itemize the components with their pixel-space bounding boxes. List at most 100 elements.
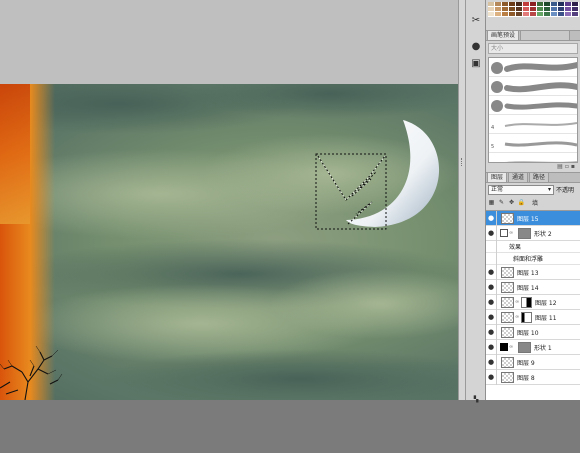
eye-icon[interactable]: ● [486,211,497,226]
effect-name: 斜面和浮雕 [513,256,544,263]
resize-icon[interactable]: ▚ [469,393,483,406]
tools-icon[interactable]: ✂ [469,14,483,27]
brush-preset-list[interactable]: 4 5 4 [488,57,578,163]
lock-transparency-icon[interactable]: ▦ [488,199,495,206]
layers-list[interactable]: ● 图层 15 ● ∞ 形状 2 效果 斜面和浮雕 ● 图层 13 ● 图层 1… [486,210,580,400]
workspace-bottom [0,400,580,453]
color-swatch[interactable] [558,12,565,17]
layer-thumbnail [518,341,531,353]
brush-icon[interactable]: ● [469,40,483,53]
brush-options-icon[interactable]: ▤ [557,163,563,171]
layer-thumbnail [518,227,531,239]
tab-channels[interactable]: 通道 [508,172,529,182]
layer-row[interactable]: ● 图层 8 [486,369,580,385]
panel-icon-strip: ✂ ● ▣ ▚ [466,0,486,403]
workspace-background [0,0,458,84]
tab-brush-presets[interactable]: 画笔预设 [487,30,520,40]
fill-label[interactable]: 填 [532,198,538,207]
eye-icon[interactable]: ● [486,369,497,385]
brush-item[interactable]: 4 [489,115,577,134]
layer-name: 图层 11 [535,314,557,322]
brush-item[interactable] [489,96,577,115]
eye-icon[interactable]: ● [486,264,497,280]
color-swatch[interactable] [572,12,579,17]
brush-stroke-preview [504,141,577,147]
layer-row[interactable]: ● 图层 15 [486,211,580,226]
blend-mode-value: 正常 [491,185,504,193]
eye-icon[interactable] [486,252,497,265]
color-swatch[interactable] [537,12,544,17]
color-swatch[interactable] [523,12,530,17]
layer-mask-thumbnail [521,311,532,323]
layer-thumbnail [501,281,514,293]
right-panel-dock: 画笔预设 大小 4 5 ▤ ▫ ▪ 图层 通道 路径 正常 ▾ 不透明 ▦ ✎ … [486,0,580,400]
color-swatch[interactable] [495,12,502,17]
layer-row[interactable]: ● 图层 10 [486,324,580,340]
eye-icon[interactable]: ● [486,279,497,295]
layer-thumbnail [501,296,514,308]
layer-name: 图层 13 [517,269,539,277]
color-swatch[interactable] [544,12,551,17]
brush-item[interactable] [489,77,577,96]
new-brush-icon[interactable]: ▫ [565,163,569,171]
layer-name: 图层 15 [517,215,539,223]
color-swatch[interactable] [551,12,558,17]
layer-row[interactable]: ● ∞ 形状 2 [486,225,580,241]
layer-name: 形状 1 [534,344,552,352]
layer-thumbnail [501,356,514,368]
eye-icon[interactable]: ● [486,324,497,340]
brush-stroke-preview [504,122,577,127]
document-canvas[interactable] [0,84,458,400]
layer-color-chip [500,343,508,351]
color-swatch[interactable] [509,12,516,17]
lock-position-icon[interactable]: ✥ [508,199,515,206]
blend-mode-select[interactable]: 正常 ▾ [488,184,554,195]
layer-row[interactable]: ● ∞ 形状 1 [486,339,580,355]
layer-effects-group[interactable]: 效果 [486,240,580,253]
lock-pixels-icon[interactable]: ✎ [498,199,505,206]
eye-icon[interactable]: ● [486,354,497,370]
eye-icon[interactable]: ● [486,339,497,355]
brush-item[interactable]: 4 [489,153,577,162]
layer-thumbnail [501,326,514,338]
trash-icon[interactable]: ▪ [571,163,575,171]
lock-all-icon[interactable]: 🔒 [518,199,525,206]
brush-item[interactable]: 5 [489,134,577,153]
brush-size-field[interactable]: 大小 [488,43,578,54]
layer-mask-thumbnail [521,296,532,308]
swatches-panel [486,0,580,20]
tab-paths[interactable]: 路径 [529,172,550,182]
layer-effect-item[interactable]: 斜面和浮雕 [486,252,580,265]
panel-collapse-bar[interactable] [458,0,466,400]
link-icon: ∞ [515,299,520,305]
link-icon: ∞ [509,344,514,350]
color-swatch[interactable] [530,12,537,17]
tab-other[interactable] [520,30,571,40]
tab-layers[interactable]: 图层 [487,172,508,182]
layer-thumbnail [501,371,514,383]
eye-icon[interactable]: ● [486,294,497,310]
layer-row[interactable]: ● 图层 9 [486,354,580,370]
eye-icon[interactable]: ● [486,309,497,325]
layer-row[interactable]: ● 图层 14 [486,279,580,295]
brush-stroke-preview [491,81,577,93]
grip-icon[interactable] [461,158,464,166]
eye-icon[interactable]: ● [486,225,497,241]
color-swatch[interactable] [488,12,495,17]
brush-item[interactable] [489,58,577,77]
layer-name: 图层 14 [517,284,539,292]
color-swatch[interactable] [502,12,509,17]
brush-panel-footer: ▤ ▫ ▪ [488,163,578,171]
link-icon: ∞ [509,230,514,236]
color-swatch[interactable] [565,12,572,17]
effects-label: 效果 [509,244,522,251]
layer-row[interactable]: ● ∞ 图层 11 [486,309,580,325]
layer-row[interactable]: ● 图层 13 [486,264,580,280]
layer-row[interactable]: ● ∞ 图层 12 [486,294,580,310]
opacity-label[interactable]: 不透明 [556,185,574,194]
link-icon: ∞ [515,314,520,320]
stamp-icon[interactable]: ▣ [469,57,483,70]
color-swatch[interactable] [516,12,523,17]
eye-icon[interactable] [486,240,497,253]
layer-name: 图层 8 [517,374,535,382]
